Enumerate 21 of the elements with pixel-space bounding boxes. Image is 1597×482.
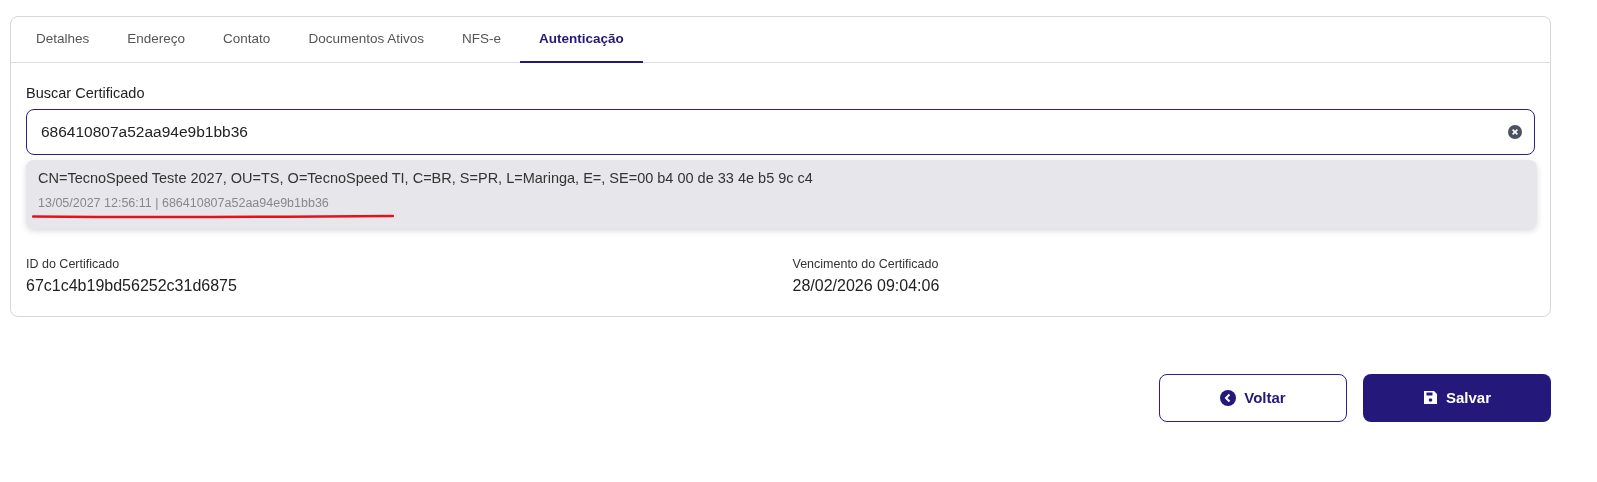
- tab[interactable]: Documentos Ativos: [289, 17, 443, 64]
- tab[interactable]: Autenticação: [519, 17, 643, 64]
- clear-icon[interactable]: [1508, 125, 1522, 139]
- tab[interactable]: Detalhes: [17, 17, 109, 64]
- tab[interactable]: Contato: [204, 17, 290, 64]
- save-icon: [1422, 390, 1438, 406]
- search-input[interactable]: 686410807a52aa94e9b1bb36: [39, 119, 1508, 145]
- save-button[interactable]: Salvar: [1363, 373, 1551, 422]
- back-button[interactable]: Voltar: [1159, 373, 1347, 422]
- field-label: Vencimento do Certificado: [792, 256, 940, 273]
- tab[interactable]: NFS-e: [442, 17, 520, 64]
- field-value: 67c1c4b19bd56252c31d6875: [26, 275, 238, 296]
- field-label: ID do Certificado: [26, 256, 121, 273]
- suggestion-title: CN=TecnoSpeed Teste 2027, OU=TS, O=TecnoSpeed TI, C=BR, S=PR, L=Maringa, E=, SE=00 b4 00 de 33 4e b5 9c c4: [38, 169, 814, 188]
- suggestion-detail: 13/05/2027 12:56:11 | 686410807a52aa94e9b1bb36: [38, 194, 329, 212]
- suggestion-item[interactable]: CN=TecnoSpeed Teste 2027, OU=TS, O=TecnoSpeed TI, C=BR, S=PR, L=Maringa, E=, SE=00 b4 00 de 33 4e b5 9c c4 13/05/2027 12:56:11 | 686410807a52aa94e9b1bb36: [26, 160, 1537, 229]
- search-field[interactable]: 686410807a52aa94e9b1bb36: [26, 109, 1535, 155]
- chevron-left-icon: [1220, 389, 1237, 406]
- field-label: Buscar Certificado: [26, 84, 146, 104]
- field-value: 28/02/2026 09:04:06: [792, 275, 941, 296]
- tab[interactable]: Endereço: [108, 17, 205, 64]
